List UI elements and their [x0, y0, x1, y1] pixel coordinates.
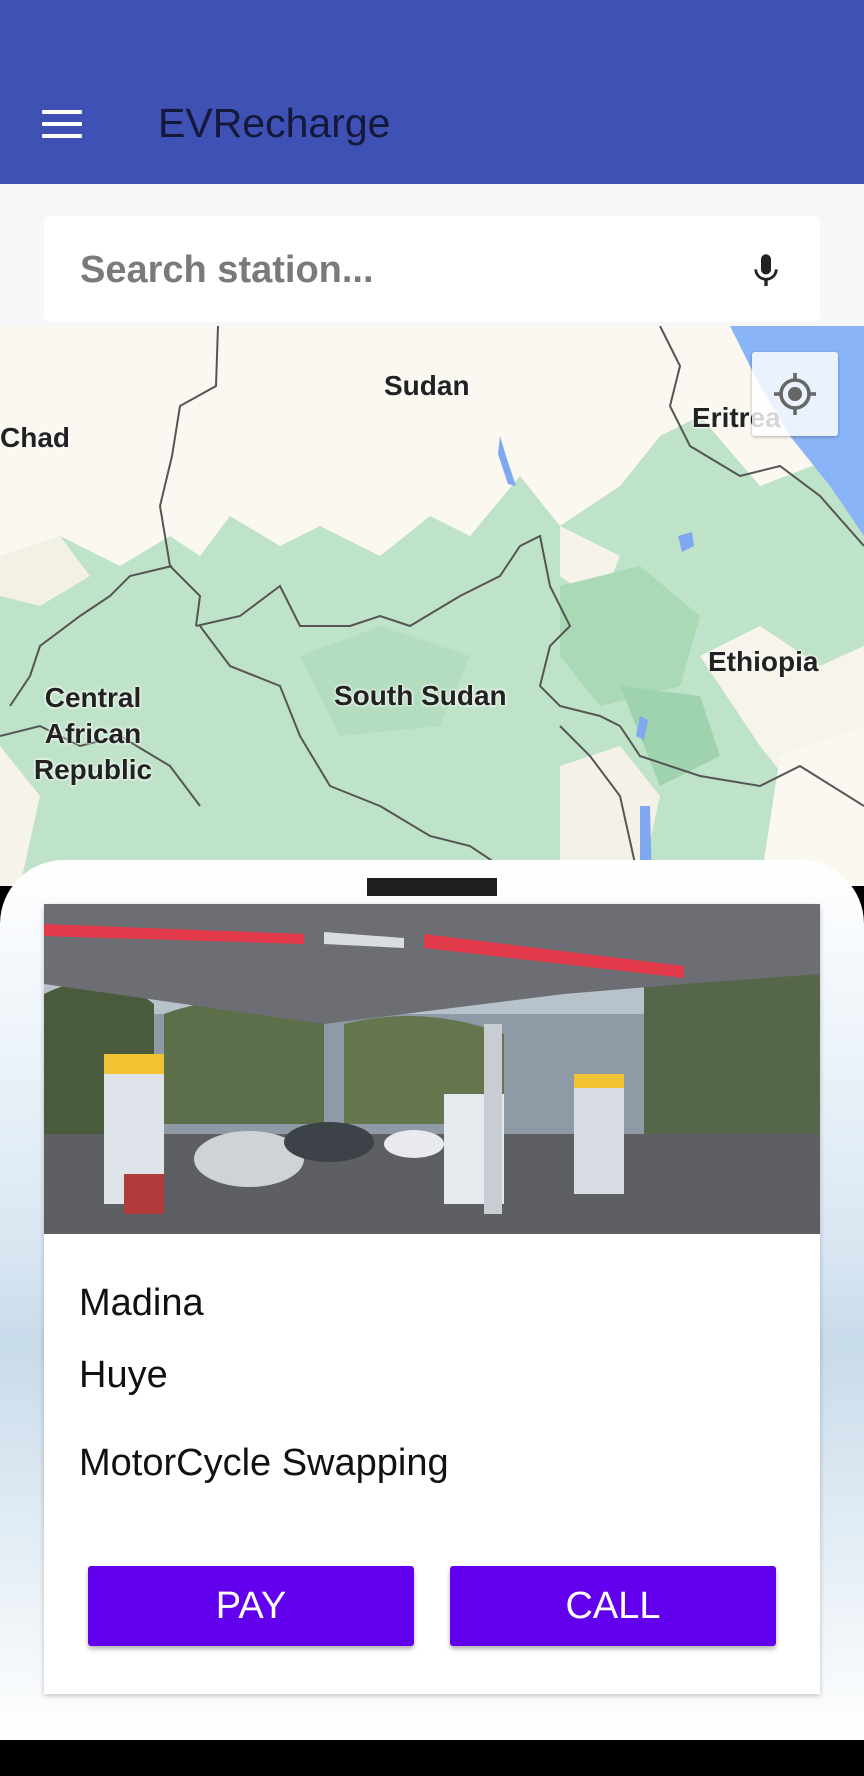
drag-handle[interactable]: [367, 878, 497, 896]
station-service: MotorCycle Swapping: [79, 1442, 449, 1484]
station-location: Huye: [79, 1354, 168, 1396]
map-label-central-african-republic: Central African Republic: [33, 682, 153, 785]
map-label-ethiopia: Ethiopia: [708, 646, 819, 677]
search-bar: [44, 216, 820, 322]
station-card: Madina Huye MotorCycle Swapping PAY CALL: [44, 904, 820, 1694]
map-label-south-sudan: South Sudan: [334, 680, 507, 711]
app-bar: EVRecharge: [0, 0, 864, 184]
station-photo: [44, 904, 820, 1234]
map-label-sudan: Sudan: [384, 370, 470, 401]
map-label-chad: Chad: [0, 422, 70, 453]
my-location-icon: [774, 373, 816, 415]
system-navigation-bar: [0, 1740, 864, 1776]
search-input[interactable]: [78, 244, 742, 296]
map-view[interactable]: Sudan Chad Eritrea Ethiopia South Sudan …: [0, 326, 864, 886]
station-name: Madina: [79, 1282, 204, 1324]
menu-icon[interactable]: [30, 96, 94, 152]
pay-button[interactable]: PAY: [88, 1566, 414, 1646]
call-button[interactable]: CALL: [450, 1566, 776, 1646]
my-location-button[interactable]: [752, 352, 838, 436]
search-area: [0, 184, 864, 326]
microphone-icon[interactable]: [746, 246, 786, 296]
app-title: EVRecharge: [158, 100, 391, 146]
